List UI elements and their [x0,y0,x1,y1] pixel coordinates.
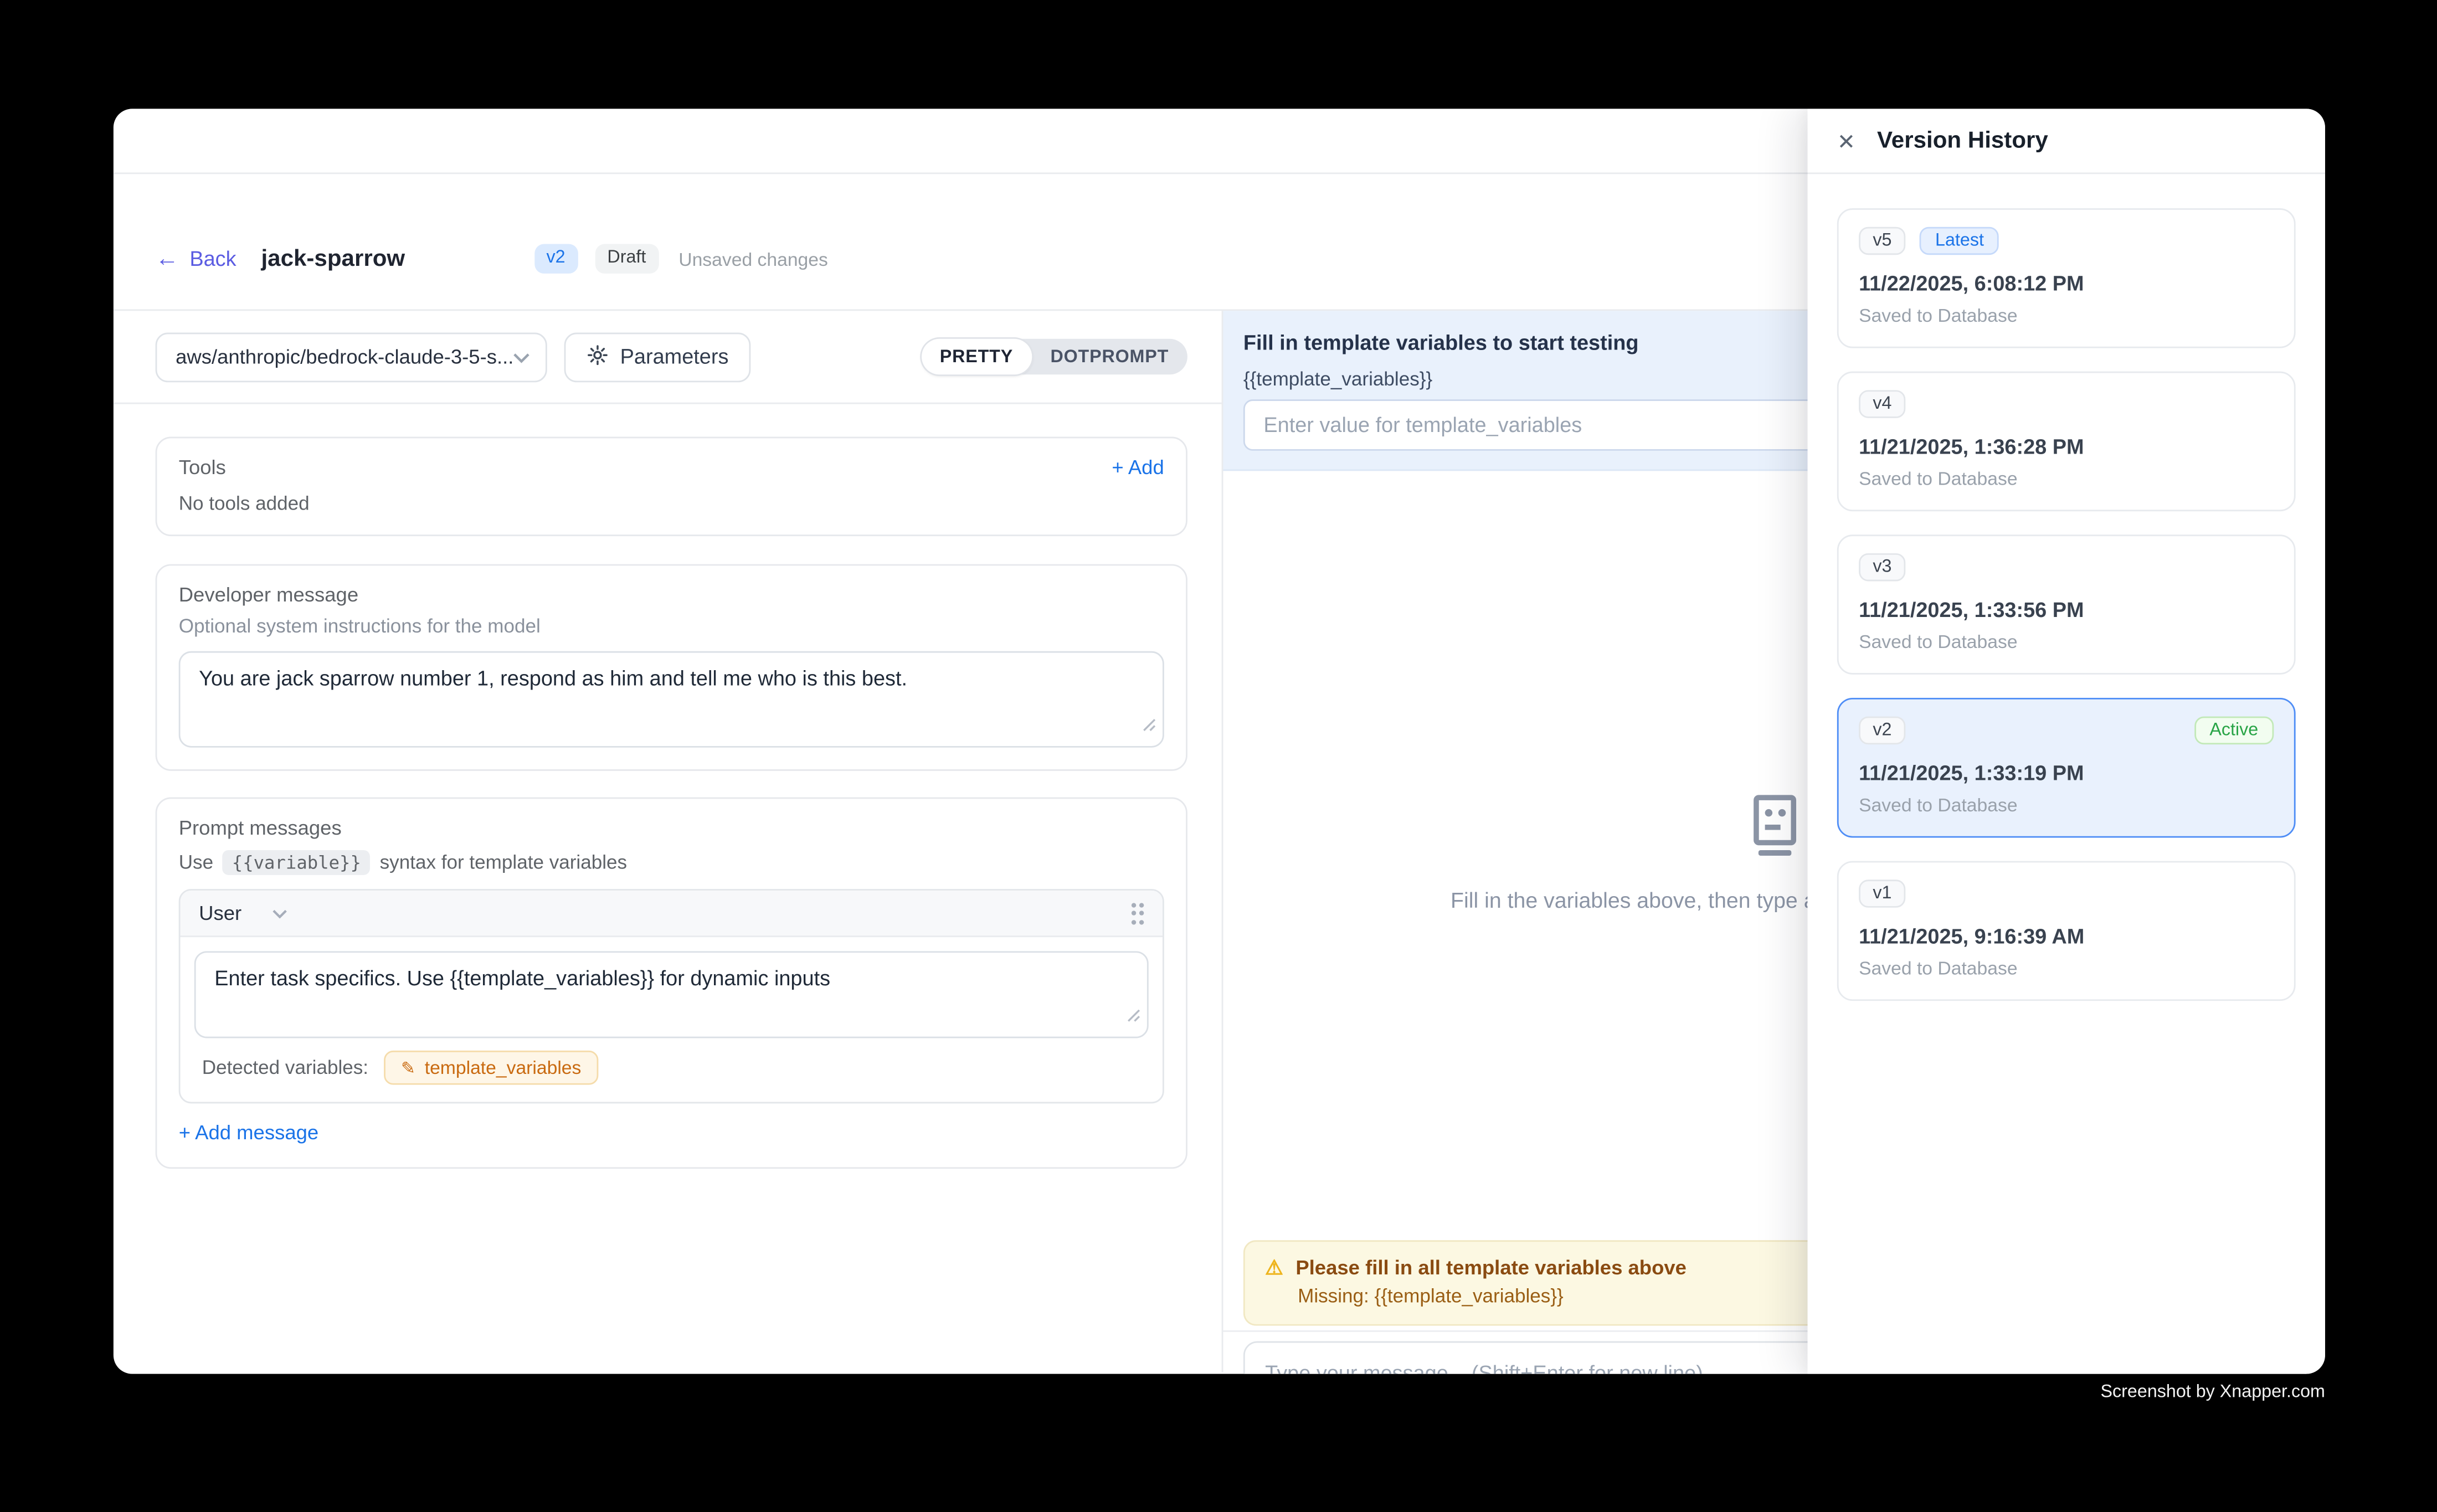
syntax-hint-prefix: Use [179,852,213,873]
chevron-down-icon[interactable] [273,908,288,918]
screenshot-stage: ← Back jack-sparrow v2 Draft Unsaved cha… [0,0,2437,1512]
developer-message-textarea[interactable]: You are jack sparrow number 1, respond a… [179,651,1164,748]
version-chip: v2 [1859,717,1906,745]
developer-message-card: Developer message Optional system instru… [156,564,1187,771]
version-card-v2-active[interactable]: v2 Active 11/21/2025, 1:33:19 PM Saved t… [1837,698,2296,838]
warning-icon: ⚠ [1265,1257,1283,1277]
edit-pencil-icon: ✎ [401,1058,415,1078]
back-button[interactable]: ← Back [156,247,236,270]
model-select[interactable]: aws/anthropic/bedrock-claude-3-5-s... [156,332,547,382]
back-label: Back [189,247,236,270]
robot-icon [1747,837,1800,864]
version-history-panel: ✕ Version History v5 Latest 11/22/2025, … [1808,109,2325,1374]
add-tool-button[interactable]: + Add [1112,455,1164,479]
version-date: 11/21/2025, 9:16:39 AM [1859,925,2274,948]
syntax-hint: Use {{variable}} syntax for template var… [179,850,1164,875]
version-date: 11/22/2025, 6:08:12 PM [1859,272,2274,295]
prompt-message-textarea[interactable]: Enter task specifics. Use {{template_var… [194,951,1149,1038]
developer-message-title: Developer message [179,583,1164,606]
prompt-messages-card: Prompt messages Use {{variable}} syntax … [156,798,1187,1169]
version-chip: v4 [1859,390,1906,418]
gear-icon [586,343,609,371]
tools-title: Tools [179,455,226,479]
page-title: jack-sparrow [261,245,405,272]
version-list: v5 Latest 11/22/2025, 6:08:12 PM Saved t… [1808,174,2325,1001]
draft-badge: Draft [595,243,659,274]
resize-handle-icon[interactable] [1142,712,1156,740]
close-icon[interactable]: ✕ [1837,130,1855,151]
version-chip: v1 [1859,880,1906,908]
version-status: Saved to Database [1859,305,2274,326]
drag-handle[interactable] [1130,902,1144,924]
version-card-v4[interactable]: v4 11/21/2025, 1:36:28 PM Saved to Datab… [1837,372,2296,512]
version-status: Saved to Database [1859,958,2274,979]
detected-variable-name: template_variables [425,1057,582,1078]
version-date: 11/21/2025, 1:36:28 PM [1859,435,2274,459]
version-history-header: ✕ Version History [1808,109,2325,174]
variable-syntax-chip: {{variable}} [223,850,371,875]
watermark: Screenshot by Xnapper.com [2101,1383,2325,1402]
back-arrow-icon: ← [156,247,179,270]
resize-handle-icon[interactable] [1127,1002,1140,1031]
version-card-v1[interactable]: v1 11/21/2025, 9:16:39 AM Saved to Datab… [1837,861,2296,1001]
toggle-dotprompt[interactable]: DOTPROMPT [1032,339,1187,375]
developer-message-subtitle: Optional system instructions for the mod… [179,615,1164,637]
message-header: User [181,891,1163,937]
editor-cards: Tools + Add No tools added Developer mes… [114,404,1222,1169]
parameters-button[interactable]: Parameters [564,332,750,382]
version-card-v3[interactable]: v3 11/21/2025, 1:33:56 PM Saved to Datab… [1837,534,2296,675]
detected-variables-label: Detected variables: [202,1057,368,1078]
unsaved-changes-label: Unsaved changes [678,248,828,270]
version-date: 11/21/2025, 1:33:56 PM [1859,598,2274,621]
prompt-editor-column: aws/anthropic/bedrock-claude-3-5-s... [114,311,1222,1372]
prompt-messages-title: Prompt messages [179,816,1164,839]
version-date: 11/21/2025, 1:33:19 PM [1859,762,2274,785]
syntax-hint-suffix: syntax for template variables [380,852,627,873]
model-toolbar: aws/anthropic/bedrock-claude-3-5-s... [114,311,1222,404]
parameters-label: Parameters [620,345,729,368]
active-badge: Active [2194,717,2274,745]
app-window: ← Back jack-sparrow v2 Draft Unsaved cha… [114,109,2325,1374]
latest-badge: Latest [1920,227,1999,255]
detected-variable-chip[interactable]: ✎ template_variables [384,1051,598,1085]
version-card-v5[interactable]: v5 Latest 11/22/2025, 6:08:12 PM Saved t… [1837,208,2296,348]
add-message-button[interactable]: + Add message [179,1120,319,1144]
detected-variables-row: Detected variables: ✎ template_variables [181,1038,1163,1102]
version-chip: v3 [1859,553,1906,582]
chevron-down-icon [513,343,530,371]
model-select-value: aws/anthropic/bedrock-claude-3-5-s... [176,345,513,368]
version-status: Saved to Database [1859,468,2274,490]
toggle-pretty[interactable]: PRETTY [921,339,1032,375]
version-badge: v2 [534,243,578,274]
version-status: Saved to Database [1859,794,2274,816]
tools-card: Tools + Add No tools added [156,437,1187,537]
format-toggle: PRETTY DOTPROMPT [921,339,1187,375]
message-block: User Enter task specifics. Use {{templat… [179,889,1164,1103]
version-history-title: Version History [1877,127,2048,154]
version-chip: v5 [1859,227,1906,255]
tools-empty-text: No tools added [179,493,1164,515]
warning-title-text: Please fill in all template variables ab… [1295,1256,1687,1279]
role-select-value[interactable]: User [199,902,241,925]
version-status: Saved to Database [1859,631,2274,652]
